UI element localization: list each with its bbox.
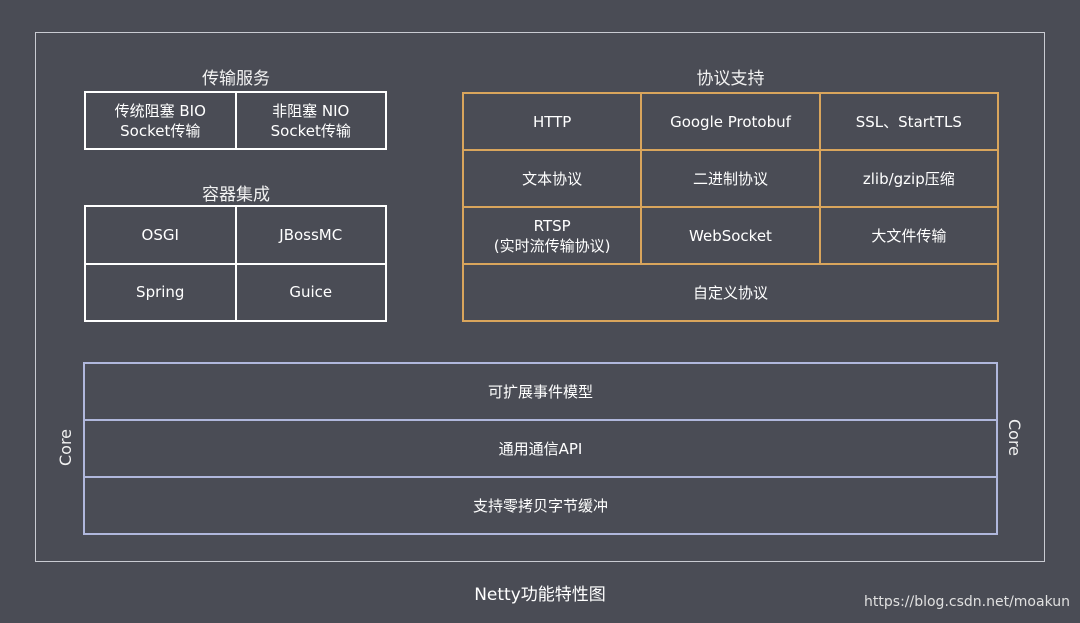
protocol-websocket-cell: WebSocket xyxy=(642,208,819,263)
transport-grid: 传统阻塞 BIO Socket传输 非阻塞 NIO Socket传输 xyxy=(84,91,387,150)
container-grid: OSGI JBossMC Spring Guice xyxy=(84,205,387,322)
protocol-rtsp-cell: RTSP (实时流传输协议) xyxy=(464,208,641,263)
container-jbossmc-cell: JBossMC xyxy=(236,207,385,263)
core-label-left: Core xyxy=(56,428,76,467)
protocol-largefile-cell: 大文件传输 xyxy=(820,208,997,263)
container-guice-cell: Guice xyxy=(236,264,385,320)
protocol-text-cell: 文本协议 xyxy=(464,151,641,206)
protocol-custom-cell: 自定义协议 xyxy=(464,265,997,320)
protocol-grid: HTTP Google Protobuf SSL、StartTLS 文本协议 二… xyxy=(462,92,999,322)
container-title: 容器集成 xyxy=(202,185,270,205)
transport-bio-cell: 传统阻塞 BIO Socket传输 xyxy=(86,93,235,148)
transport-nio-cell: 非阻塞 NIO Socket传输 xyxy=(236,93,385,148)
container-osgi-cell: OSGI xyxy=(86,207,235,263)
protocol-title: 协议支持 xyxy=(696,69,765,89)
protocol-protobuf-cell: Google Protobuf xyxy=(642,94,819,149)
core-stack: 可扩展事件模型 通用通信API 支持零拷贝字节缓冲 xyxy=(83,362,998,535)
transport-title: 传输服务 xyxy=(202,69,270,89)
protocol-ssl-cell: SSL、StartTLS xyxy=(820,94,997,149)
protocol-http-cell: HTTP xyxy=(464,94,641,149)
core-comm-api-row: 通用通信API xyxy=(85,421,996,476)
protocol-binary-cell: 二进制协议 xyxy=(642,151,819,206)
container-spring-cell: Spring xyxy=(86,264,235,320)
core-event-model-row: 可扩展事件模型 xyxy=(85,364,996,419)
protocol-compression-cell: zlib/gzip压缩 xyxy=(820,151,997,206)
watermark-text: https://blog.csdn.net/moakun xyxy=(864,594,1070,610)
core-zero-copy-row: 支持零拷贝字节缓冲 xyxy=(85,478,996,533)
core-label-right: Core xyxy=(1005,418,1025,457)
